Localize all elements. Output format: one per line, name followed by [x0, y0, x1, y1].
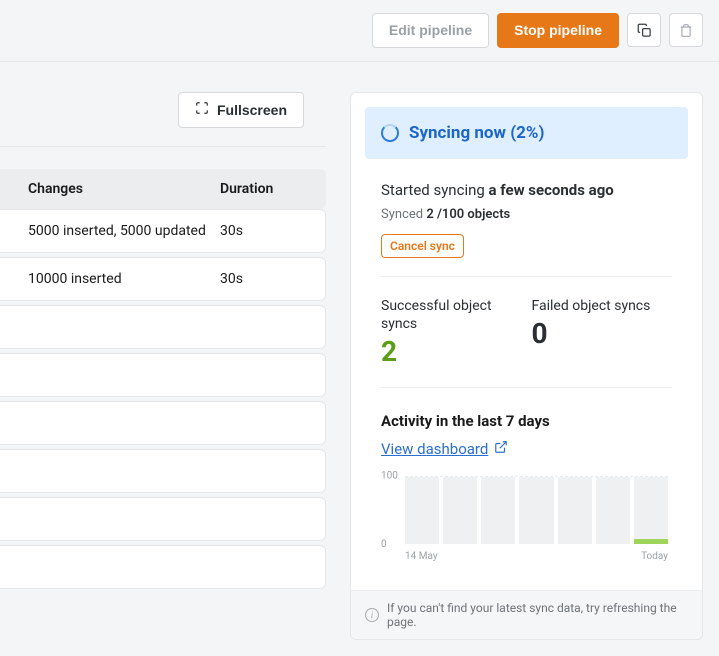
- col-header-changes: Changes: [0, 181, 220, 197]
- stat-failed-label: Failed object syncs: [532, 297, 673, 315]
- activity-table-panel: Fullscreen Changes Duration 5000 inserte…: [0, 74, 326, 656]
- edit-pipeline-button: Edit pipeline: [372, 13, 489, 48]
- synced-count-line: Synced 2 /100 objects: [381, 207, 672, 222]
- trash-icon: [679, 23, 693, 38]
- cell-changes: 10000 inserted: [0, 271, 220, 287]
- cell-duration: 30s: [220, 223, 325, 239]
- table-row-empty: [0, 545, 326, 589]
- table-header-row: Changes Duration: [0, 169, 326, 209]
- info-icon: i: [365, 608, 379, 622]
- y-tick-min: 0: [381, 539, 387, 550]
- table-row-empty: [0, 401, 326, 445]
- dashboard-link-label: View dashboard: [381, 440, 488, 458]
- stat-successful-value: 2: [381, 335, 522, 369]
- x-tick-end: Today: [641, 551, 668, 562]
- cancel-sync-button[interactable]: Cancel sync: [381, 234, 464, 258]
- synced-value: 2 /100 objects: [426, 207, 510, 222]
- table-row-empty: [0, 305, 326, 349]
- chart-bar: [481, 477, 515, 544]
- fullscreen-label: Fullscreen: [217, 102, 287, 119]
- fullscreen-icon: [195, 101, 211, 119]
- stat-successful: Successful object syncs 2: [381, 297, 522, 369]
- chart-bar: [519, 477, 553, 544]
- y-tick-max: 100: [381, 470, 398, 481]
- table-row[interactable]: 5000 inserted, 5000 updated30s: [0, 209, 326, 253]
- changes-table: Changes Duration 5000 inserted, 5000 upd…: [0, 146, 326, 656]
- fullscreen-button[interactable]: Fullscreen: [178, 92, 304, 128]
- chart-bar: [634, 477, 668, 544]
- stat-successful-label: Successful object syncs: [381, 297, 522, 333]
- chart-bar: [558, 477, 592, 544]
- delete-button[interactable]: [669, 13, 703, 47]
- table-row[interactable]: 10000 inserted30s: [0, 257, 326, 301]
- sync-banner: Syncing now (2%): [365, 107, 688, 159]
- started-syncing-line: Started syncing a few seconds ago: [381, 181, 672, 199]
- started-prefix: Started syncing: [381, 181, 489, 199]
- table-row-empty: [0, 497, 326, 541]
- x-tick-start: 14 May: [405, 551, 438, 562]
- activity-chart: 100 0 14 May Today: [381, 472, 672, 562]
- copy-icon: [637, 23, 652, 38]
- divider: [381, 387, 672, 388]
- col-header-duration: Duration: [220, 181, 326, 197]
- spinner-icon: [381, 124, 399, 142]
- chart-bar: [405, 477, 439, 544]
- stat-failed: Failed object syncs 0: [532, 297, 673, 369]
- stat-failed-value: 0: [532, 317, 673, 351]
- panel-footer: i If you can't find your latest sync dat…: [351, 590, 702, 639]
- divider: [381, 276, 672, 277]
- table-row-empty: [0, 353, 326, 397]
- cell-duration: 30s: [220, 271, 325, 287]
- footer-text: If you can't find your latest sync data,…: [387, 601, 688, 629]
- cell-changes: 5000 inserted, 5000 updated: [0, 223, 220, 239]
- activity-title: Activity in the last 7 days: [381, 412, 672, 430]
- sync-status-panel: Syncing now (2%) Started syncing a few s…: [350, 92, 703, 640]
- copy-button[interactable]: [627, 13, 661, 47]
- sync-banner-title: Syncing now (2%): [409, 123, 544, 143]
- x-axis: 14 May Today: [405, 551, 668, 562]
- started-ago: a few seconds ago: [489, 181, 614, 199]
- synced-prefix: Synced: [381, 207, 426, 222]
- chart-bar: [596, 477, 630, 544]
- view-dashboard-link[interactable]: View dashboard: [381, 440, 672, 458]
- external-link-icon: [494, 440, 508, 458]
- chart-bar: [443, 477, 477, 544]
- top-toolbar: Edit pipeline Stop pipeline: [0, 0, 719, 62]
- table-row-empty: [0, 449, 326, 493]
- stop-pipeline-button[interactable]: Stop pipeline: [497, 13, 619, 48]
